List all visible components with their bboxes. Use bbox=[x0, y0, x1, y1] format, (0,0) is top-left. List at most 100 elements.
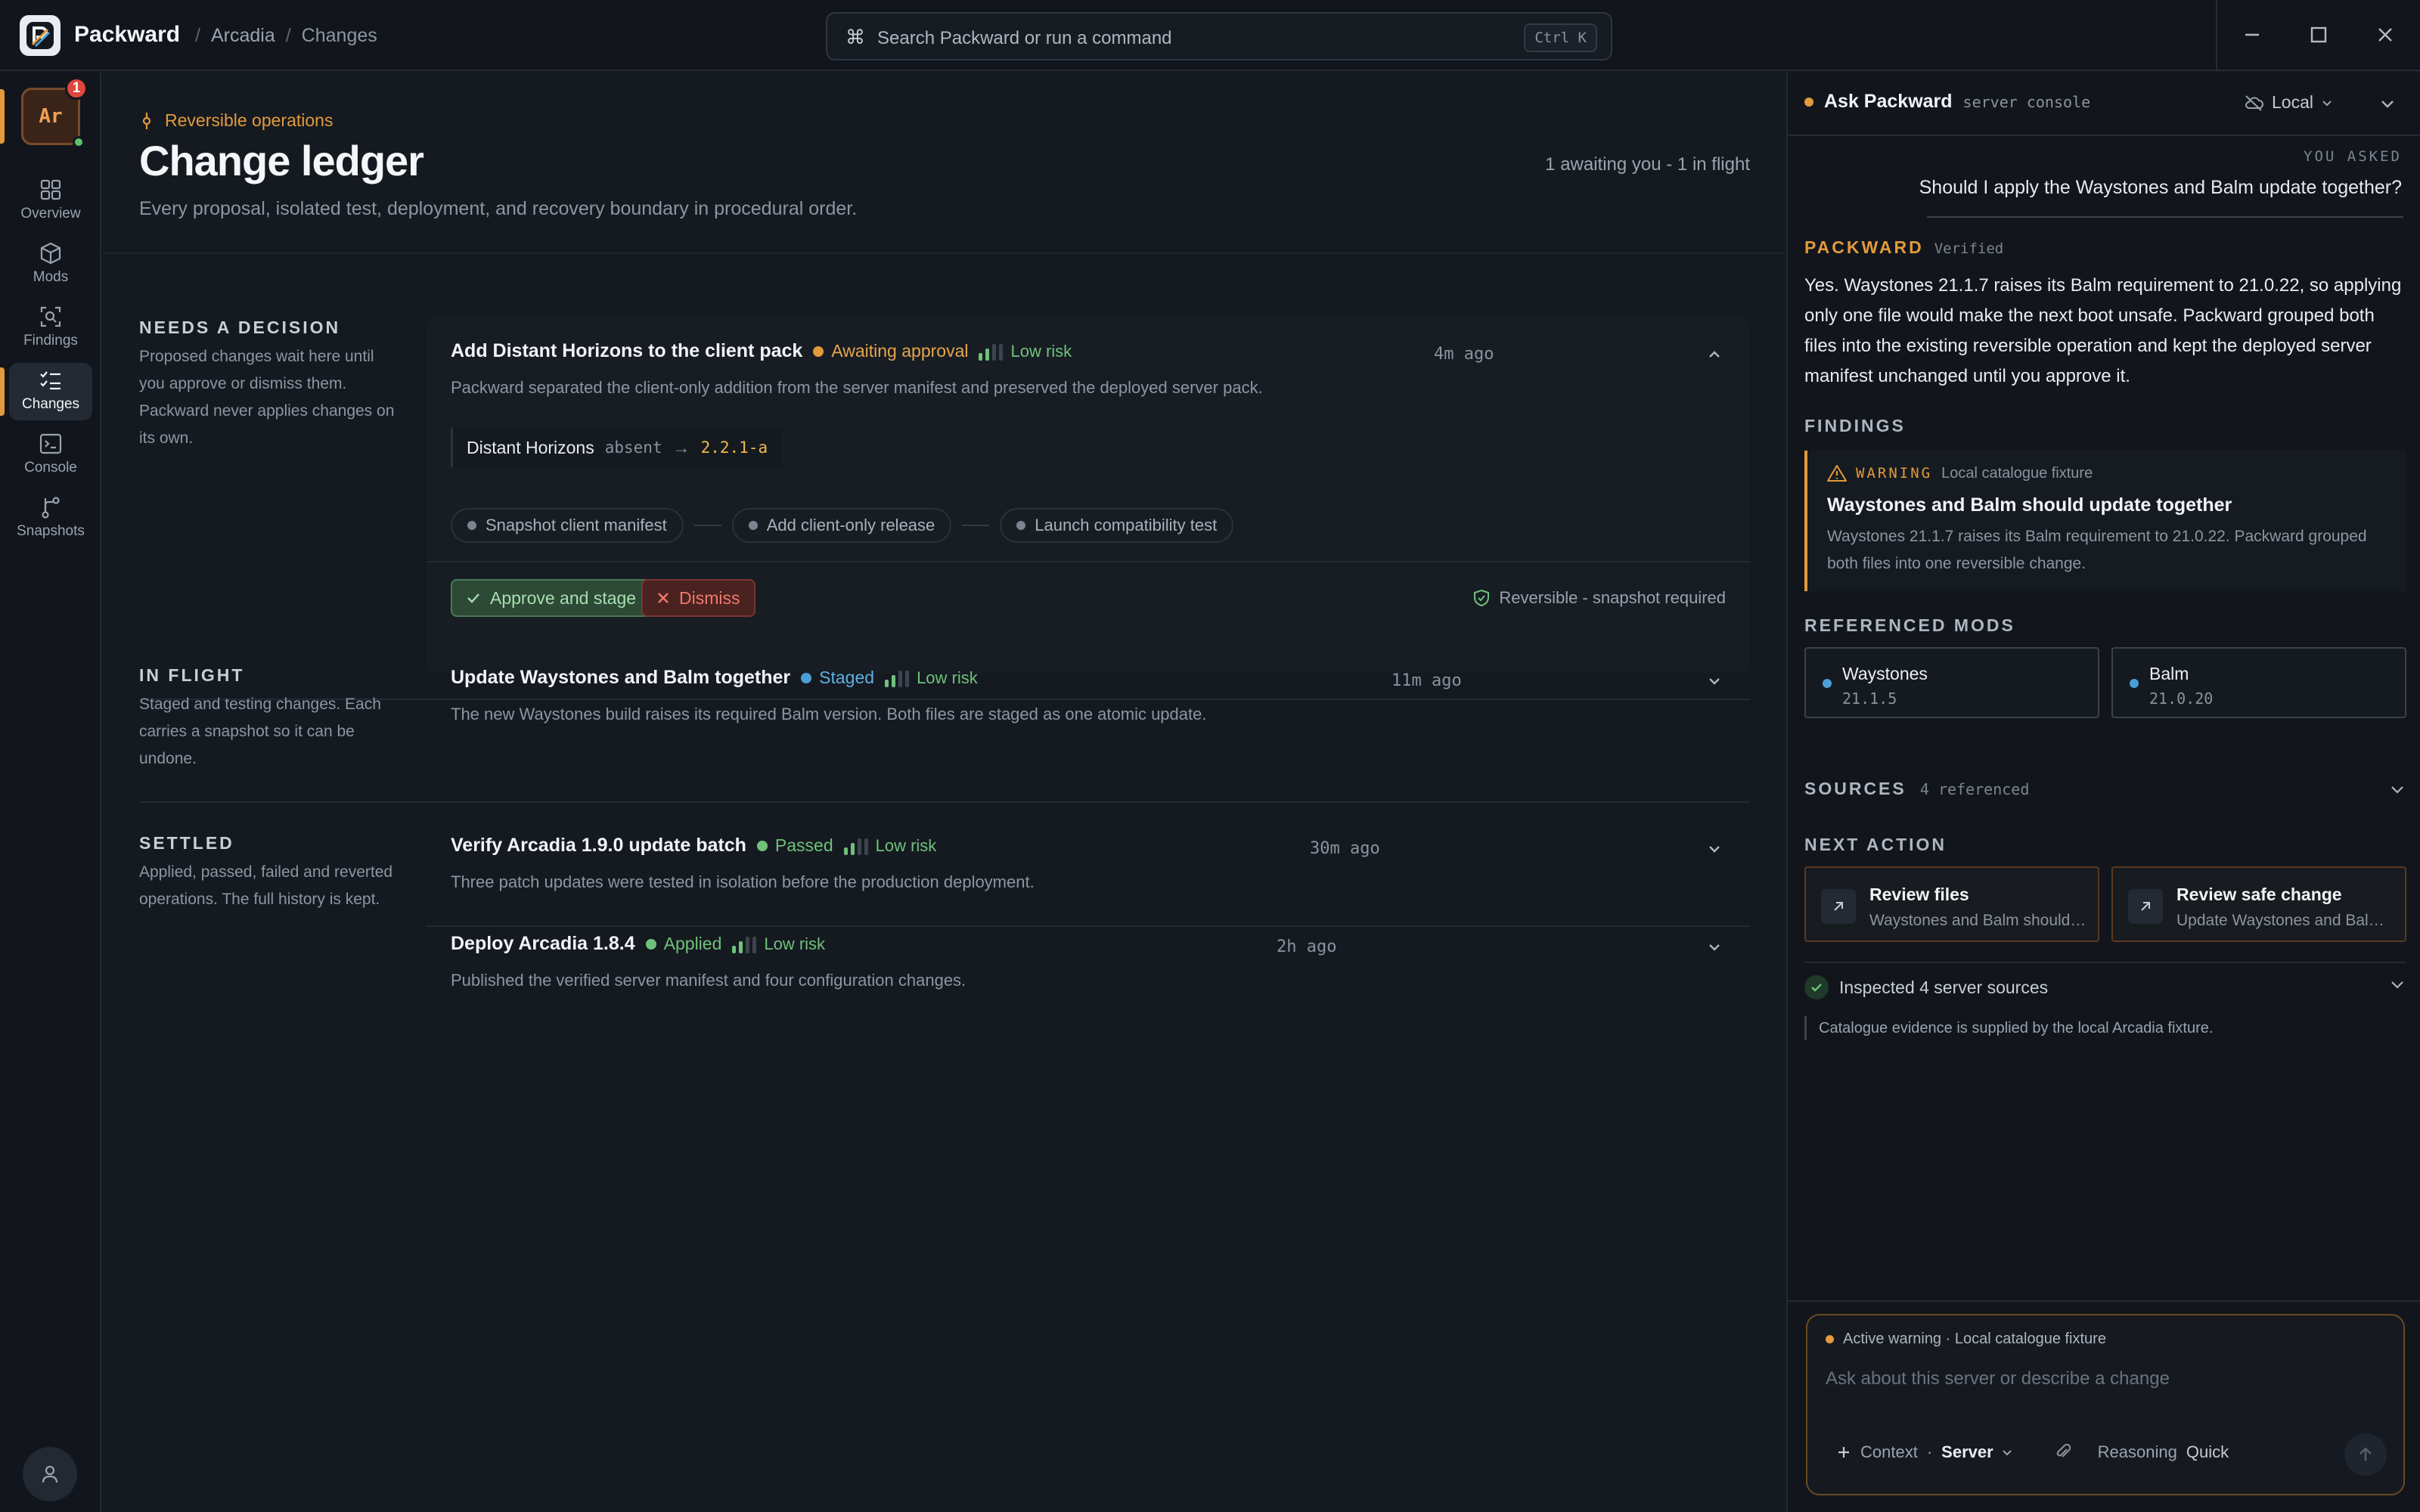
cube-icon bbox=[40, 242, 61, 265]
add-context-button[interactable]: Context bbox=[1836, 1442, 1918, 1462]
packward-logo[interactable] bbox=[20, 15, 60, 56]
next-action-review-files[interactable]: Review files Waystones and Balm should u… bbox=[1804, 866, 2099, 942]
change-ledger-main: Reversible operations Change ledger 1 aw… bbox=[103, 73, 1786, 1512]
panel-title: Ask Packward server console bbox=[1804, 91, 2090, 113]
expand-card-button[interactable] bbox=[1703, 838, 1726, 860]
diff-arrow: → bbox=[672, 437, 690, 457]
risk-indicator: Low risk bbox=[843, 835, 937, 856]
message-input[interactable] bbox=[1826, 1364, 2385, 1394]
diff-mod-name: Distant Horizons bbox=[467, 437, 594, 457]
rail-item-changes[interactable]: Changes bbox=[9, 363, 92, 420]
search-shortcut: Ctrl K bbox=[1524, 23, 1597, 52]
page-eyebrow: Reversible operations bbox=[139, 110, 333, 131]
mod-name: Waystones bbox=[1842, 664, 1928, 683]
eyebrow-label: Reversible operations bbox=[165, 110, 334, 130]
risk-label: Low risk bbox=[875, 835, 937, 855]
mod-dot bbox=[2130, 679, 2139, 688]
rail-item-mods[interactable]: Mods bbox=[9, 236, 92, 293]
risk-bars-icon bbox=[732, 935, 757, 953]
collapse-card-button[interactable] bbox=[1703, 343, 1726, 366]
user-icon bbox=[42, 1465, 58, 1483]
rail-item-label: Findings bbox=[23, 333, 78, 349]
chevron-down-icon bbox=[2381, 101, 2394, 108]
change-card-waystones-balm[interactable]: Update Waystones and Balm together Stage… bbox=[427, 665, 1750, 741]
server-initials: Ar bbox=[39, 105, 63, 128]
server-online-indicator bbox=[73, 136, 85, 148]
breadcrumb: / Arcadia / Changes bbox=[195, 25, 377, 47]
decision-actions: Approve and stage Dismiss Reversible - s… bbox=[427, 561, 1750, 629]
maximize-button[interactable] bbox=[2301, 17, 2337, 53]
change-card-verify-batch[interactable]: Verify Arcadia 1.9.0 update batch Passed… bbox=[427, 833, 1750, 909]
environment-select[interactable]: Local bbox=[2243, 92, 2333, 113]
card-header: Update Waystones and Balm together Stage… bbox=[451, 667, 978, 689]
step-snapshot: Snapshot client manifest bbox=[451, 508, 684, 543]
card-timestamp: 2h ago bbox=[1277, 937, 1337, 956]
breadcrumb-project[interactable]: Arcadia bbox=[211, 25, 275, 47]
minimize-button[interactable] bbox=[2234, 17, 2270, 53]
sources-toggle[interactable]: SOURCES 4 referenced bbox=[1804, 779, 2406, 806]
reasoning-select[interactable]: Quick bbox=[2186, 1442, 2229, 1462]
command-search[interactable]: ⌘ Search Packward or run a command Ctrl … bbox=[826, 12, 1612, 60]
x-icon bbox=[658, 593, 669, 603]
section-heading: NEEDS A DECISION bbox=[139, 318, 341, 337]
card-title: Deploy Arcadia 1.8.4 bbox=[451, 933, 635, 954]
mod-version: 21.1.5 bbox=[1842, 689, 1897, 708]
chevron-down-icon bbox=[2322, 100, 2332, 106]
step-label: Snapshot client manifest bbox=[486, 516, 667, 534]
close-window-button[interactable] bbox=[2367, 17, 2403, 53]
profile-button[interactable] bbox=[23, 1447, 77, 1501]
pending-summary: 1 awaiting you - 1 in flight bbox=[1545, 154, 1750, 175]
context-select[interactable]: Server bbox=[1941, 1442, 2013, 1462]
reversible-note: Reversible - snapshot required bbox=[1473, 588, 1726, 608]
inspected-sources-toggle[interactable]: Inspected 4 server sources bbox=[1804, 972, 2406, 1002]
card-description: Packward separated the client-only addit… bbox=[451, 378, 1263, 397]
rail-item-findings[interactable]: Findings bbox=[9, 299, 92, 357]
approve-and-stage-button[interactable]: Approve and stage bbox=[451, 579, 652, 617]
next-action-review-safe-change[interactable]: Review safe change Update Waystones and … bbox=[2111, 866, 2406, 942]
card-title: Update Waystones and Balm together bbox=[451, 667, 791, 688]
breadcrumb-current: Changes bbox=[301, 25, 377, 46]
expand-card-button[interactable] bbox=[1703, 670, 1726, 692]
finding-source: Local catalogue fixture bbox=[1941, 464, 2093, 482]
risk-label: Low risk bbox=[1010, 341, 1072, 361]
finding-warning[interactable]: WARNING Local catalogue fixture Waystone… bbox=[1804, 451, 2406, 591]
reasoning-label: Reasoning bbox=[2097, 1442, 2177, 1461]
composer-toolbar: Context · Server Reasoning Quick bbox=[1836, 1442, 2229, 1462]
sources-label: SOURCES bbox=[1804, 779, 1907, 798]
dismiss-button[interactable]: Dismiss bbox=[641, 579, 755, 617]
risk-indicator: Low risk bbox=[885, 668, 978, 688]
mod-card-waystones[interactable]: Waystones 21.1.5 bbox=[1804, 647, 2099, 718]
minimize-icon bbox=[2245, 33, 2259, 36]
mod-card-balm[interactable]: Balm 21.0.20 bbox=[2111, 647, 2406, 718]
status-label: Staged bbox=[819, 668, 875, 687]
change-card-deploy-184[interactable]: Deploy Arcadia 1.8.4 Applied Low risk 2h… bbox=[427, 931, 1750, 1007]
send-button[interactable] bbox=[2344, 1433, 2387, 1476]
card-header: Add Distant Horizons to the client pack … bbox=[451, 340, 1072, 362]
inspected-divider bbox=[1804, 962, 2406, 963]
panel-collapse-button[interactable] bbox=[2375, 91, 2400, 116]
rail-item-snapshots[interactable]: Snapshots bbox=[9, 490, 92, 547]
finding-title: Waystones and Balm should update togethe… bbox=[1827, 494, 2232, 516]
assistant-answer: Yes. Waystones 21.1.7 raises its Balm re… bbox=[1804, 275, 2402, 386]
rail-item-overview[interactable]: Overview bbox=[9, 172, 92, 230]
step-dot bbox=[1016, 521, 1026, 530]
notification-badge: 1 bbox=[65, 77, 88, 100]
you-asked-label: YOU ASKED bbox=[2304, 148, 2402, 165]
rail-active-indicator bbox=[0, 89, 5, 144]
chevron-down-icon bbox=[1709, 846, 1720, 853]
rail-item-console[interactable]: Console bbox=[9, 426, 92, 484]
status-badge: Staged bbox=[801, 668, 874, 688]
card-header: Verify Arcadia 1.9.0 update batch Passed… bbox=[451, 835, 936, 857]
composer-warning: Active warning · Local catalogue fixture bbox=[1826, 1331, 2106, 1348]
paperclip-icon[interactable] bbox=[2054, 1443, 2072, 1461]
change-card-distant-horizons[interactable]: Add Distant Horizons to the client pack … bbox=[427, 318, 1750, 673]
cloud-off-icon bbox=[2245, 94, 2263, 111]
next-action-title: Review files bbox=[1869, 885, 1969, 904]
diff-to-version: 2.2.1-a bbox=[700, 438, 768, 457]
check-circle-icon bbox=[1804, 975, 1829, 999]
next-action-title: Review safe change bbox=[2176, 885, 2342, 904]
assistant-panel: Ask Packward server console Local YOU AS… bbox=[1786, 73, 2420, 1512]
shield-check-icon bbox=[1474, 589, 1490, 607]
expand-card-button[interactable] bbox=[1703, 936, 1726, 959]
section-description: Staged and testing changes. Each carries… bbox=[139, 696, 381, 767]
